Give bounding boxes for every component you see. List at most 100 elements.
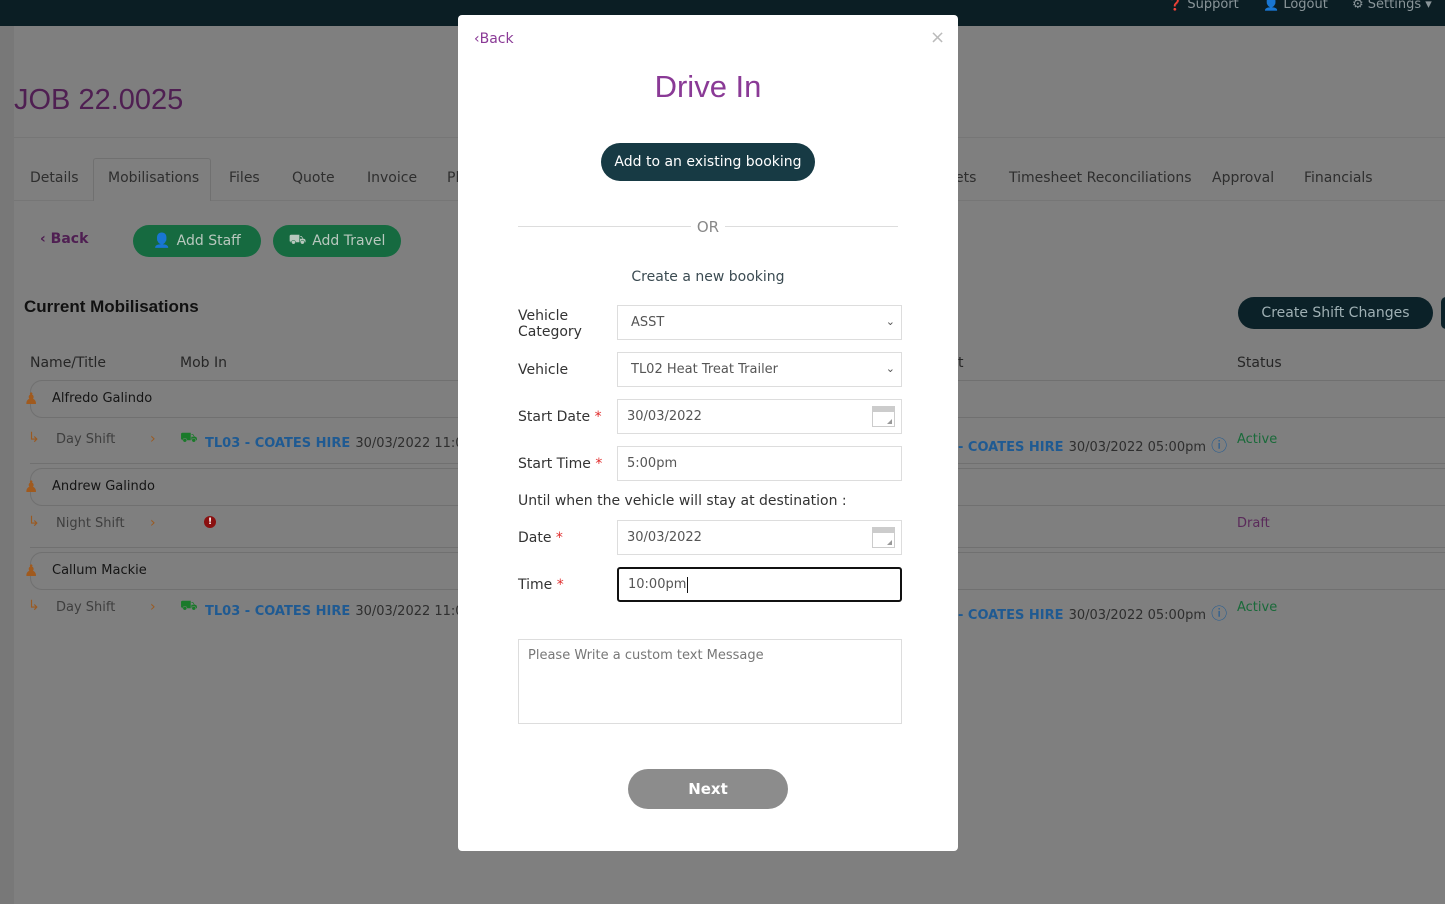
vehicle-category-select[interactable]: ASST ⌄ <box>617 305 902 340</box>
add-staff-label: Add Staff <box>176 233 241 249</box>
tab-timesheet-reconciliations[interactable]: Timesheet Reconciliations <box>1009 170 1192 186</box>
chevron-right-icon[interactable]: › <box>150 599 156 615</box>
text-cursor <box>687 576 689 593</box>
calendar-icon[interactable] <box>872 527 895 548</box>
mob-in-cell: TL03 - COATES HIRE 30/03/2022 11:00am <box>205 600 492 619</box>
required-mark: * <box>555 530 563 546</box>
worker-icon: ♟ <box>24 477 39 496</box>
vehicle-label: Vehicle <box>518 362 569 378</box>
date-label-text: Date <box>518 530 552 546</box>
support-link[interactable]: ❓ Support <box>1167 0 1239 12</box>
start-time-label: Start Time * <box>518 456 602 472</box>
col-mob-out: t <box>958 355 964 371</box>
settings-label: Settings <box>1367 0 1422 12</box>
chevron-down-icon: ⌄ <box>885 362 895 375</box>
divider <box>518 226 691 227</box>
modal-back-link[interactable]: ‹Back <box>474 31 514 47</box>
vehicle-link[interactable]: - COATES HIRE <box>958 440 1063 455</box>
chevron-right-icon[interactable]: › <box>150 515 156 531</box>
modal-title: Drive In <box>654 69 762 104</box>
vehicle-link[interactable]: TL03 - COATES HIRE <box>205 604 350 619</box>
shift-name[interactable]: Day Shift <box>56 432 115 447</box>
datetime: 30/03/2022 05:00pm <box>1068 608 1207 623</box>
status-badge: Draft <box>1237 516 1270 531</box>
sub-arrow-icon: ↳ <box>28 598 40 614</box>
vehicle-select[interactable]: TL02 Heat Treat Trailer ⌄ <box>617 352 902 387</box>
required-mark: * <box>595 456 603 472</box>
add-staff-button[interactable]: 👤 Add Staff <box>133 225 261 257</box>
chevron-right-icon[interactable]: › <box>150 431 156 447</box>
create-new-booking-label: Create a new booking <box>631 269 785 285</box>
start-date-label: Start Date * <box>518 409 602 425</box>
user-icon: 👤 <box>153 233 171 249</box>
close-icon[interactable]: × <box>930 27 945 48</box>
vehicle-value: TL02 Heat Treat Trailer <box>631 362 779 377</box>
mob-out-cell: - COATES HIRE 30/03/2022 05:00pm ⓘ <box>958 600 1227 624</box>
tabs-baseline <box>14 200 93 201</box>
info-icon[interactable]: ⓘ <box>1211 604 1227 623</box>
logout-label: Logout <box>1283 0 1328 12</box>
col-status: Status <box>1237 355 1282 371</box>
shift-name[interactable]: Night Shift <box>56 516 125 531</box>
vehicle-link[interactable]: - COATES HIRE <box>958 608 1063 623</box>
mob-in-cell: TL03 - COATES HIRE 30/03/2022 11:00am <box>205 432 492 451</box>
tab-approval[interactable]: Approval <box>1212 170 1274 186</box>
vehicle-category-value: ASST <box>631 315 665 330</box>
start-time-label-text: Start Time <box>518 456 591 472</box>
truck-icon: ⛟ <box>180 598 198 614</box>
end-time-input[interactable]: 10:00pm <box>617 567 902 602</box>
start-time-value: 5:00pm <box>627 456 678 471</box>
add-to-existing-booking-button[interactable]: Add to an existing booking <box>601 143 815 181</box>
logout-link[interactable]: 👤 Logout <box>1263 0 1328 12</box>
job-title: JOB 22.0025 <box>14 84 184 116</box>
mob-out-cell: - COATES HIRE 30/03/2022 05:00pm ⓘ <box>958 432 1227 456</box>
required-mark: * <box>594 409 602 425</box>
tab-details[interactable]: Details <box>30 170 79 186</box>
info-icon[interactable]: ⓘ <box>1211 436 1227 455</box>
start-date-input[interactable]: 30/03/2022 <box>617 399 902 434</box>
back-label: Back <box>50 231 89 247</box>
time-label: Time * <box>518 577 564 593</box>
sub-arrow-icon: ↳ <box>28 430 40 446</box>
tab-timesheets[interactable]: ets <box>955 170 976 186</box>
back-link[interactable]: ‹ Back <box>40 231 88 247</box>
tab-mobilisations[interactable]: Mobilisations <box>108 170 199 186</box>
required-mark: * <box>556 577 564 593</box>
truck-icon: ⛟ <box>288 232 307 248</box>
modal-back-label: Back <box>479 31 514 47</box>
col-name: Name/Title <box>30 355 107 371</box>
custom-message-textarea[interactable]: Please Write a custom text Message <box>518 639 902 724</box>
person-name[interactable]: Andrew Galindo <box>52 479 155 494</box>
shift-name[interactable]: Day Shift <box>56 600 115 615</box>
end-time-value: 10:00pm <box>628 577 687 592</box>
worker-icon: ♟ <box>24 389 39 408</box>
start-time-input[interactable]: 5:00pm <box>617 446 902 481</box>
extra-button-edge[interactable] <box>1441 297 1445 329</box>
tab-quote[interactable]: Quote <box>292 170 335 186</box>
start-date-label-text: Start Date <box>518 409 591 425</box>
vehicle-link[interactable]: TL03 - COATES HIRE <box>205 436 350 451</box>
status-badge: Active <box>1237 600 1278 615</box>
left-edge <box>0 26 14 904</box>
person-name[interactable]: Callum Mackie <box>52 563 147 578</box>
tab-files[interactable]: Files <box>229 170 260 186</box>
divider <box>725 226 898 227</box>
calendar-icon[interactable] <box>872 406 895 427</box>
settings-menu[interactable]: ⚙ Settings ▾ <box>1352 0 1432 12</box>
datetime: 30/03/2022 05:00pm <box>1068 440 1207 455</box>
worker-icon: ♟ <box>24 561 39 580</box>
create-shift-changes-button[interactable]: Create Shift Changes <box>1238 297 1433 329</box>
truck-icon: ⛟ <box>180 430 198 446</box>
warning-icon[interactable]: ! <box>204 516 216 528</box>
tab-financials[interactable]: Financials <box>1304 170 1373 186</box>
chevron-down-icon: ⌄ <box>885 315 895 328</box>
add-travel-button[interactable]: ⛟ Add Travel <box>273 225 401 257</box>
end-date-input[interactable]: 30/03/2022 <box>617 520 902 555</box>
until-label: Until when the vehicle will stay at dest… <box>518 493 847 509</box>
sub-arrow-icon: ↳ <box>28 514 40 530</box>
col-mob-in: Mob In <box>180 355 227 371</box>
person-name[interactable]: Alfredo Galindo <box>52 391 152 406</box>
next-button[interactable]: Next <box>628 769 788 809</box>
support-label: Support <box>1187 0 1239 12</box>
tab-invoice[interactable]: Invoice <box>367 170 417 186</box>
